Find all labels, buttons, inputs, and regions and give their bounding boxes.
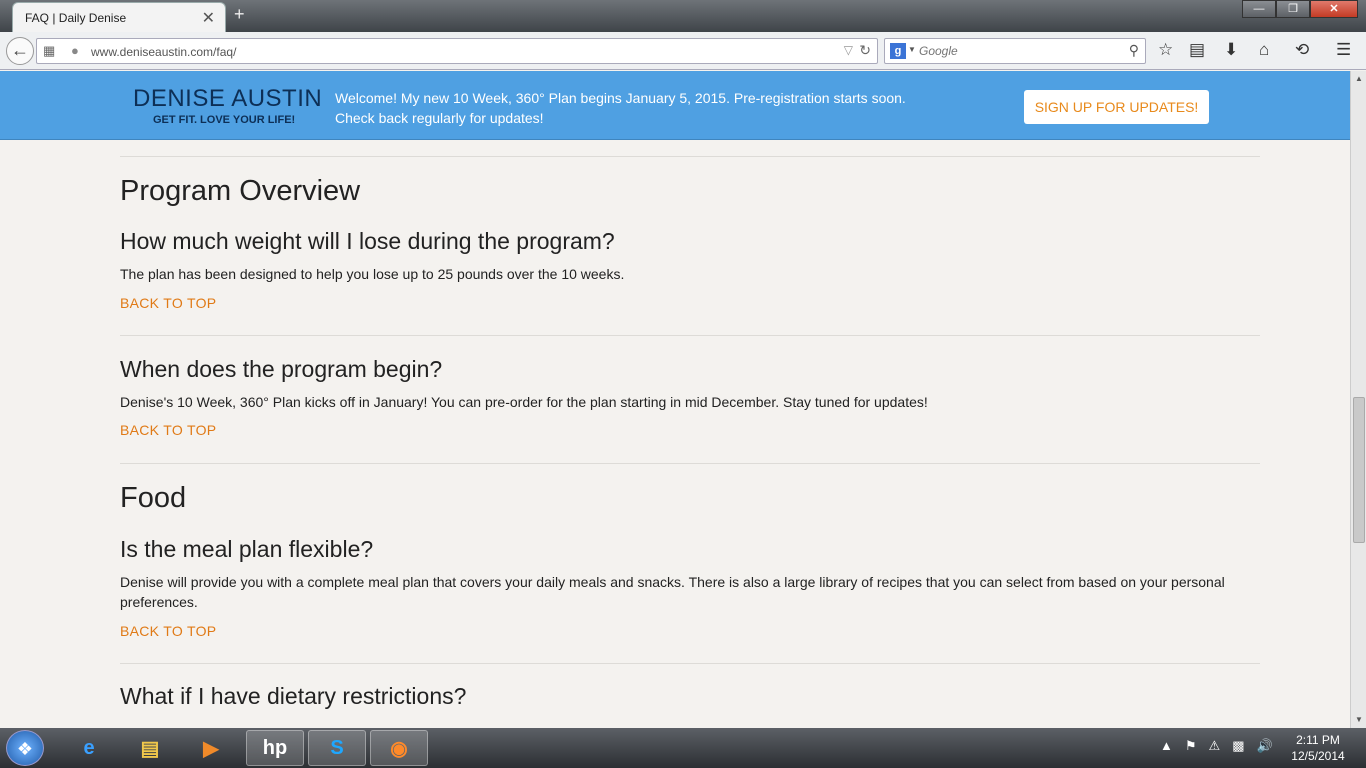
close-window-button[interactable]: ✕	[1310, 0, 1358, 18]
action-center-flag-icon[interactable]: ⚑	[1185, 738, 1197, 754]
show-hidden-icons-icon[interactable]: ▲	[1160, 738, 1173, 754]
page-viewport: DENISE AUSTIN GET FIT. LOVE YOUR LIFE! W…	[0, 71, 1350, 728]
url-dropdown-icon[interactable]: ▽	[844, 43, 853, 57]
bookmarks-list-icon[interactable]: ▤	[1189, 40, 1205, 60]
faq-question: What if I have dietary restrictions?	[120, 683, 467, 709]
volume-icon[interactable]: 🔊	[1256, 738, 1272, 754]
search-engine-dropdown-icon[interactable]: ▼	[908, 45, 916, 54]
logo-name[interactable]: DENISE AUSTIN	[133, 85, 322, 113]
globe-icon: ●	[71, 43, 79, 58]
close-tab-icon[interactable]: ✕	[202, 8, 215, 28]
file-explorer-icon[interactable]: ▤	[121, 730, 179, 766]
internet-explorer-icon[interactable]: e	[60, 730, 118, 766]
browser-tab[interactable]: FAQ | Daily Denise ✕	[12, 2, 226, 32]
firefox-icon[interactable]: ◉	[370, 730, 428, 766]
faq-answer: Denise will provide you with a complete …	[120, 574, 1225, 610]
faq-question: Is the meal plan flexible?	[120, 536, 374, 562]
welcome-message: Welcome! My new 10 Week, 360° Plan begin…	[335, 88, 955, 128]
media-player-icon[interactable]: ▶	[182, 730, 240, 766]
faq-answer: Denise's 10 Week, 360° Plan kicks off in…	[120, 394, 928, 410]
clock-time: 2:11 PM	[1296, 733, 1340, 747]
section-title-food: Food	[120, 482, 187, 514]
tab-title: FAQ | Daily Denise	[25, 11, 127, 25]
maximize-button[interactable]: ❐	[1276, 0, 1310, 18]
window-controls: — ❐ ✕	[1242, 0, 1358, 20]
divider	[120, 463, 1260, 464]
divider	[120, 156, 1260, 157]
faq-question: When does the program begin?	[120, 356, 443, 382]
start-button[interactable]: ❖	[6, 730, 44, 766]
back-to-top-link[interactable]: BACK TO TOP	[120, 623, 216, 639]
bookmark-star-icon[interactable]: ☆	[1158, 40, 1173, 60]
google-icon[interactable]: g	[890, 43, 906, 59]
divider	[120, 663, 1260, 664]
url-text[interactable]: www.deniseaustin.com/faq/	[91, 45, 236, 59]
browser-nav-bar: ← ▦ ● www.deniseaustin.com/faq/ ▽ ↻ g ▼ …	[0, 32, 1366, 70]
system-tray: ▲ ⚑ ⚠ ▩ 🔊	[1160, 738, 1273, 754]
search-icon[interactable]: ⚲	[1129, 42, 1139, 59]
downloads-icon[interactable]: ⬇	[1224, 40, 1238, 60]
faq-answer: The plan has been designed to help you l…	[120, 266, 625, 282]
search-bar[interactable]: g ▼ ⚲	[884, 38, 1146, 64]
minimize-button[interactable]: —	[1242, 0, 1276, 18]
divider	[120, 335, 1260, 336]
scroll-thumb[interactable]	[1353, 397, 1365, 543]
scroll-down-arrow-icon[interactable]: ▼	[1351, 712, 1366, 728]
library-icon[interactable]: ▦	[43, 43, 55, 59]
back-button[interactable]: ←	[6, 37, 34, 65]
sign-up-button[interactable]: SIGN UP FOR UPDATES!	[1024, 90, 1209, 124]
windows-taskbar: ❖ e ▤ ▶ hp S ◉ ▲ ⚑ ⚠ ▩ 🔊 2:11 PM 12/5/20…	[0, 728, 1366, 768]
page-scrollbar[interactable]: ▲ ▼	[1350, 71, 1366, 728]
welcome-line-2: Check back regularly for updates!	[335, 110, 544, 126]
back-to-top-link[interactable]: BACK TO TOP	[120, 422, 216, 438]
hp-app-icon[interactable]: hp	[246, 730, 304, 766]
back-to-top-link[interactable]: BACK TO TOP	[120, 295, 216, 311]
network-signal-icon[interactable]: ▩	[1232, 738, 1244, 754]
site-header: DENISE AUSTIN GET FIT. LOVE YOUR LIFE! W…	[0, 71, 1350, 140]
skype-icon[interactable]: S	[308, 730, 366, 766]
logo-tagline: GET FIT. LOVE YOUR LIFE!	[153, 114, 296, 126]
security-alert-icon[interactable]: ⚠	[1209, 738, 1221, 754]
clock-date: 12/5/2014	[1291, 749, 1345, 763]
search-input[interactable]	[919, 44, 1119, 58]
taskbar-clock[interactable]: 2:11 PM 12/5/2014	[1278, 732, 1358, 764]
url-bar[interactable]: ▦ ● www.deniseaustin.com/faq/ ▽ ↻	[36, 38, 878, 64]
new-tab-button[interactable]: +	[234, 4, 245, 25]
menu-icon[interactable]: ☰	[1336, 40, 1351, 60]
scroll-up-arrow-icon[interactable]: ▲	[1351, 71, 1366, 87]
history-icon[interactable]: ⟲	[1295, 40, 1309, 60]
browser-title-bar: FAQ | Daily Denise ✕ + — ❐ ✕	[0, 0, 1366, 32]
home-icon[interactable]: ⌂	[1259, 40, 1269, 60]
reload-icon[interactable]: ↻	[859, 42, 871, 59]
faq-question: How much weight will I lose during the p…	[120, 228, 615, 254]
section-title-program-overview: Program Overview	[120, 175, 361, 207]
welcome-line-1: Welcome! My new 10 Week, 360° Plan begin…	[335, 90, 906, 106]
